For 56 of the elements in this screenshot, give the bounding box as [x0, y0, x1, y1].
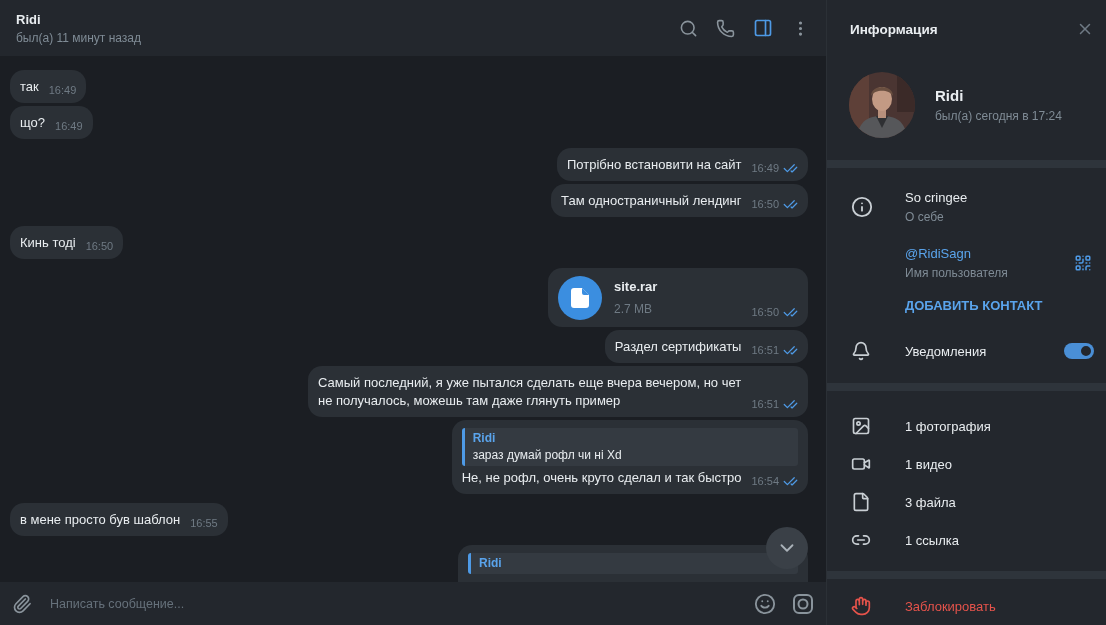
- bio-text: So cringee: [905, 190, 969, 205]
- message-time: 16:55: [190, 516, 218, 531]
- media-count[interactable]: 1 фотография: [905, 418, 991, 434]
- message-text: Самый последний, я уже пытался сделать еще вчера вечером, но чет не получалось, можешь там даже глянуть пример: [318, 374, 742, 410]
- scroll-down-button[interactable]: [766, 527, 808, 569]
- file-name: site.rar: [614, 278, 659, 295]
- quoted-author: Ridi: [472, 430, 497, 447]
- message-time: 16:50: [85, 239, 114, 254]
- message-field[interactable]: Написать сообщение...: [0, 582, 826, 625]
- message-text: в мене просто був шаблон: [20, 511, 181, 529]
- message-text: Кинь тоді: [20, 234, 76, 252]
- file-icon: [851, 492, 871, 512]
- qr-code-icon[interactable]: [1074, 254, 1092, 272]
- file-icon: [558, 276, 602, 320]
- hand-icon: [851, 596, 871, 616]
- message-text: так: [20, 78, 39, 96]
- quoted-author: Ridi: [479, 555, 503, 572]
- quoted-text: зараз думай рофл чи ні Xd: [472, 447, 623, 464]
- message-time: 16:49: [55, 119, 83, 134]
- notifications-label: Уведомления: [905, 343, 988, 359]
- add-contact-button[interactable]: ДОБАВИТЬ КОНТАКТ: [905, 298, 1106, 313]
- media-count[interactable]: 3 файла: [905, 494, 956, 510]
- message-time: 16:49: [751, 160, 798, 177]
- message-text: Раздел сертификаты: [614, 338, 742, 356]
- info-icon: [851, 196, 873, 218]
- message-time: 16:51: [751, 396, 798, 413]
- paperclip-icon[interactable]: [12, 593, 32, 614]
- message-text: що?: [20, 114, 45, 132]
- block-button[interactable]: Заблокировать: [905, 598, 996, 614]
- side-panel-icon[interactable]: [753, 18, 773, 38]
- profile-status: был(а) сегодня в 17:24: [935, 109, 1063, 123]
- message-time: 16:49: [48, 83, 77, 98]
- message-time: 16:54: [751, 473, 798, 490]
- username-link[interactable]: @RidiSagn: [905, 246, 1074, 261]
- message-text: Не, не рофл, очень круто сделал и так быстро: [461, 469, 742, 487]
- message-text: Потрібно встановити на сайт: [566, 156, 742, 174]
- phone-icon[interactable]: [716, 18, 735, 38]
- chat-status: был(а) 11 минут назад: [16, 30, 142, 45]
- message-text: Там одностраничный лендинг: [561, 192, 742, 210]
- panel-title: Информация: [850, 21, 938, 37]
- bio-label: О себе: [905, 210, 945, 224]
- username-label: Имя пользователя: [905, 266, 1009, 280]
- chat-title: Ridi: [16, 11, 42, 27]
- profile-name: Ridi: [935, 87, 965, 104]
- message-time: 16:50: [751, 196, 798, 213]
- media-count[interactable]: 1 видео: [905, 456, 953, 472]
- image-icon: [851, 416, 871, 436]
- search-icon[interactable]: [679, 18, 698, 38]
- message-time: 16:51: [751, 342, 798, 359]
- smile-icon[interactable]: [754, 592, 776, 615]
- message-time: 16:50: [751, 304, 798, 321]
- message-input[interactable]: Написать сообщение...: [48, 595, 738, 612]
- file-size: 2.7 MB: [614, 301, 652, 318]
- notifications-toggle[interactable]: [1064, 343, 1094, 359]
- media-count[interactable]: 1 ссылка: [905, 532, 959, 548]
- bell-icon: [851, 341, 871, 361]
